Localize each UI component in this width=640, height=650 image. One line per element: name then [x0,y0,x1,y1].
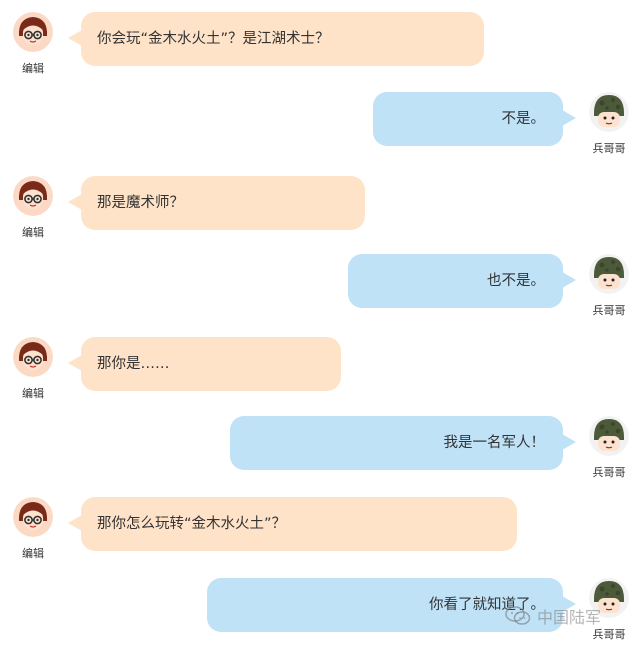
speaker-name: 编辑 [22,387,44,400]
message-bubble: 那你怎么玩转“金木水火土”？ [68,497,517,551]
chat-message: 不是。 兵哥哥 [0,92,640,162]
message-bubble: 我是一名军人！ [230,416,576,470]
speaker-name: 兵哥哥 [592,304,626,317]
soldier-avatar-icon [589,254,629,294]
speaker-name: 兵哥哥 [592,628,626,641]
message-bubble: 你会玩“金木水火土”？是江湖术士？ [68,12,484,66]
message-bubble: 不是。 [373,92,576,146]
editor-avatar-icon [13,176,53,216]
chat-message: 我是一名军人！ 兵哥哥 [0,416,640,486]
editor-avatar-icon [13,12,53,52]
chat-message: 也不是。 兵哥哥 [0,254,640,324]
speaker-name: 编辑 [22,547,44,560]
message-bubble: 那你是…… [68,337,341,391]
chat-message: 编辑 你会玩“金木水火土”？是江湖术士？ [0,12,640,82]
editor-avatar-icon [13,497,53,537]
speaker-name: 编辑 [22,226,44,239]
editor-avatar-icon [13,337,53,377]
speaker-name: 编辑 [22,62,44,75]
chat-message: 编辑 那你是…… [0,337,640,407]
watermark-text: 中国陆军 [537,608,602,627]
chat-message: 编辑 那你怎么玩转“金木水火土”？ [0,497,640,567]
wechat-icon [505,606,531,626]
message-bubble: 那是魔术师？ [68,176,365,230]
soldier-avatar-icon [589,416,629,456]
message-bubble: 也不是。 [348,254,576,308]
watermark: 中国陆军 [505,604,601,628]
soldier-avatar-icon [589,92,629,132]
chat-message: 编辑 那是魔术师？ [0,176,640,246]
speaker-name: 兵哥哥 [592,466,626,479]
speaker-name: 兵哥哥 [592,142,626,155]
